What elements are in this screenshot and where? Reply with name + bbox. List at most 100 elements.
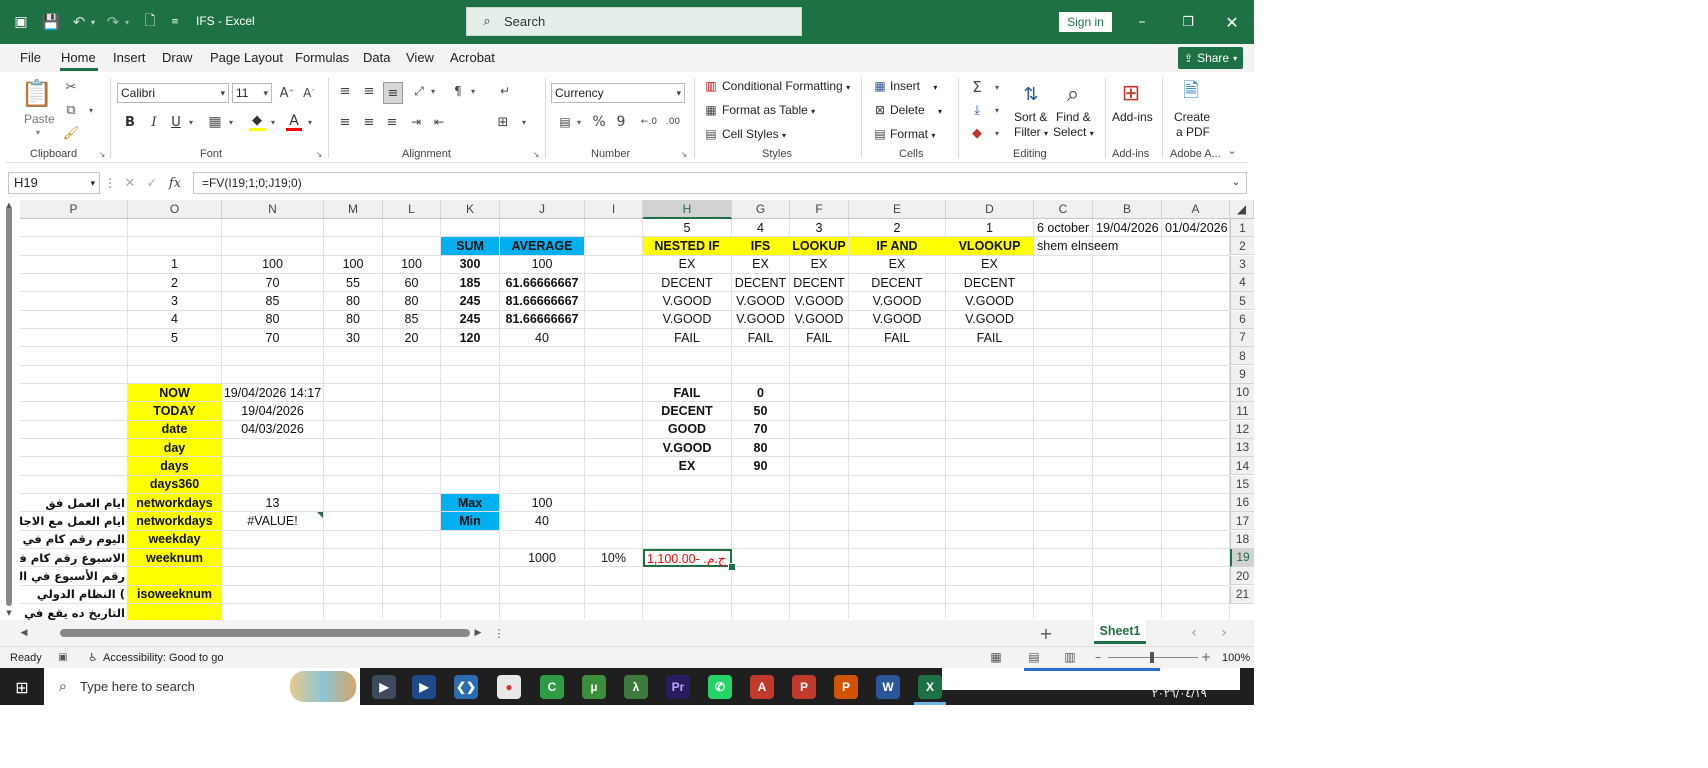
- pdf-icon[interactable]: P: [792, 675, 816, 699]
- cell-d7[interactable]: FAIL: [946, 328, 1034, 348]
- undo-icon[interactable]: ↶: [70, 12, 88, 32]
- close-icon[interactable]: ✕: [1222, 12, 1242, 32]
- cell-j16[interactable]: 100: [500, 493, 585, 513]
- align-bottom-icon[interactable]: ≡: [383, 82, 403, 104]
- cell-g2[interactable]: IFS: [732, 237, 790, 256]
- cell-l3[interactable]: 100: [383, 255, 441, 274]
- cell-e4[interactable]: DECENT: [849, 273, 946, 293]
- cell-n3[interactable]: 100: [222, 255, 324, 274]
- prev-sheet-icon[interactable]: ‹: [1188, 625, 1200, 641]
- format-as-table-button[interactable]: Format as Table ▾: [722, 103, 815, 117]
- fill-color-icon[interactable]: ◆: [249, 113, 265, 131]
- decrease-decimal-icon[interactable]: .00: [662, 113, 684, 131]
- orientation-icon[interactable]: ⤢: [410, 82, 428, 100]
- conditional-formatting-icon[interactable]: ▥: [703, 78, 719, 94]
- cell-g10[interactable]: 0: [732, 383, 790, 403]
- vscode-icon[interactable]: ❮❯: [454, 675, 478, 699]
- add-ins-icon[interactable]: ⊞: [1116, 78, 1146, 108]
- row-header-7[interactable]: 7: [1230, 328, 1254, 347]
- cell-d1[interactable]: 1: [946, 219, 1034, 238]
- cell-o3[interactable]: 1: [128, 255, 222, 274]
- normal-view-icon[interactable]: ▦: [988, 650, 1004, 664]
- cell-g4[interactable]: DECENT: [732, 273, 790, 293]
- cell-g6[interactable]: V.GOOD: [732, 310, 790, 329]
- taskbar-search[interactable]: ⌕ Type here to search: [44, 668, 360, 705]
- column-header-e[interactable]: E: [849, 200, 946, 219]
- expand-formula-icon[interactable]: ⌄: [1232, 173, 1240, 193]
- bold-icon[interactable]: B: [122, 113, 138, 131]
- cell-p16[interactable]: ايام العمل فق: [20, 493, 128, 513]
- redo-dropdown-icon[interactable]: ▾: [122, 12, 132, 32]
- cell-p17[interactable]: ايام العمل مع الاجازات: [20, 512, 128, 531]
- cell-d5[interactable]: V.GOOD: [946, 292, 1034, 311]
- create-pdf-icon[interactable]: 🗎: [1176, 78, 1206, 108]
- redo-icon[interactable]: ↷: [104, 12, 122, 32]
- column-header-p[interactable]: P: [20, 200, 128, 219]
- align-left-icon[interactable]: ≡: [383, 113, 401, 131]
- copy-icon[interactable]: ⧉: [63, 101, 79, 119]
- scroll-up-icon[interactable]: ▲: [4, 200, 14, 210]
- restore-icon[interactable]: ❐: [1178, 12, 1198, 32]
- number-launcher-icon[interactable]: ↘: [679, 149, 689, 159]
- cell-m7[interactable]: 30: [324, 328, 383, 348]
- font-color-icon[interactable]: A: [286, 113, 302, 131]
- row-header-9[interactable]: 9: [1230, 365, 1254, 384]
- create-pdf-label[interactable]: Create: [1174, 110, 1210, 124]
- row-header-15[interactable]: 15: [1230, 475, 1254, 494]
- cell-c1[interactable]: 6 october: [1034, 219, 1093, 238]
- column-header-m[interactable]: M: [324, 200, 383, 219]
- font-name-select[interactable]: Calibri ▾: [117, 83, 229, 103]
- merge-center-icon[interactable]: ⊞: [494, 113, 512, 131]
- cell-f2[interactable]: LOOKUP: [790, 237, 849, 256]
- accessibility-icon[interactable]: ♿: [86, 650, 100, 664]
- font-size-select[interactable]: 11 ▾: [232, 83, 272, 103]
- share-button[interactable]: ⇪ Share ▾: [1178, 47, 1243, 69]
- accounting-format-icon[interactable]: ▤: [556, 113, 574, 131]
- sheet-tab-sheet1[interactable]: Sheet1: [1094, 620, 1146, 644]
- cell-p18[interactable]: اليوم رقم كام في ال: [20, 530, 128, 549]
- page-layout-view-icon[interactable]: ▤: [1026, 650, 1042, 664]
- cell-n10[interactable]: 19/04/2026 14:17: [222, 383, 324, 403]
- cell-k17[interactable]: Min: [441, 512, 500, 531]
- column-header-c[interactable]: C: [1034, 200, 1093, 219]
- font-launcher-icon[interactable]: ↘: [314, 149, 324, 159]
- row-header-5[interactable]: 5: [1230, 292, 1254, 311]
- cell-h1[interactable]: 5: [643, 219, 732, 238]
- format-cells-button[interactable]: Format ▾: [890, 127, 935, 141]
- fill-dropdown-icon[interactable]: ▾: [992, 103, 1002, 117]
- column-header-d[interactable]: D: [946, 200, 1034, 219]
- cell-d6[interactable]: V.GOOD: [946, 310, 1034, 329]
- cell-o21[interactable]: isoweeknum: [128, 585, 222, 604]
- cancel-entry-icon[interactable]: ✕: [122, 174, 138, 192]
- row-header-21[interactable]: 21: [1230, 585, 1254, 604]
- cell-f5[interactable]: V.GOOD: [790, 292, 849, 311]
- macro-record-icon[interactable]: ▣: [56, 650, 70, 664]
- lambda-icon[interactable]: λ: [624, 675, 648, 699]
- premiere-icon[interactable]: Pr: [666, 675, 690, 699]
- tab-page-layout[interactable]: Page Layout: [210, 50, 283, 65]
- cell-m4[interactable]: 55: [324, 273, 383, 293]
- mediaplayer-icon[interactable]: ▶: [372, 675, 396, 699]
- add-sheet-icon[interactable]: +: [1038, 624, 1054, 643]
- alignment-launcher-icon[interactable]: ↘: [531, 149, 541, 159]
- cell-l4[interactable]: 60: [383, 273, 441, 293]
- find-select-label[interactable]: Find &: [1056, 110, 1091, 124]
- cell-f1[interactable]: 3: [790, 219, 849, 238]
- undo-dropdown-icon[interactable]: ▾: [88, 12, 98, 32]
- cell-p19[interactable]: الاسبوع رقم كام في: [20, 548, 128, 568]
- cell-f7[interactable]: FAIL: [790, 328, 849, 348]
- orientation-dropdown-icon[interactable]: ▾: [428, 84, 438, 98]
- cell-k2[interactable]: SUM: [441, 237, 500, 256]
- cell-o19[interactable]: weeknum: [128, 548, 222, 568]
- cell-g1[interactable]: 4: [732, 219, 790, 238]
- sort-filter-label-2[interactable]: Filter ▾: [1014, 125, 1048, 139]
- cell-j7[interactable]: 40: [500, 328, 585, 348]
- row-header-16[interactable]: 16: [1230, 493, 1254, 512]
- cell-e7[interactable]: FAIL: [849, 328, 946, 348]
- cell-j3[interactable]: 100: [500, 255, 585, 274]
- accessibility-status[interactable]: Accessibility: Good to go: [103, 652, 223, 664]
- row-header-13[interactable]: 13: [1230, 438, 1254, 457]
- column-header-h[interactable]: H: [643, 200, 732, 219]
- format-cells-icon[interactable]: ▤: [872, 126, 888, 142]
- cell-h5[interactable]: V.GOOD: [643, 292, 732, 311]
